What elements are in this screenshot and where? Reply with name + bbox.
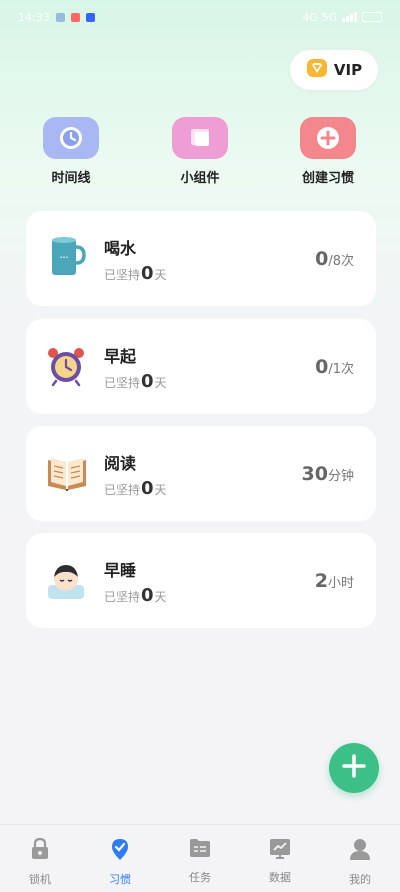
alarm-clock-icon	[46, 343, 86, 387]
widget-icon	[172, 117, 228, 159]
habit-card-early-rise[interactable]: 早起 已坚持0天 0/1次	[26, 319, 376, 414]
lock-icon	[29, 837, 51, 865]
nav-label-data: 数据	[269, 871, 291, 884]
status-bar: 14:33 4G 5G	[0, 0, 400, 34]
habit-streak: 已坚持0天	[104, 263, 167, 284]
battery-icon	[362, 12, 382, 22]
plus-icon	[341, 753, 367, 783]
nav-item-task[interactable]: 任务	[160, 825, 240, 892]
add-habit-fab[interactable]	[329, 743, 379, 793]
habit-name: 早起	[104, 347, 137, 366]
chart-icon	[268, 837, 292, 863]
habit-goal: 0/8次	[315, 248, 354, 270]
app-notification-icon	[85, 12, 95, 22]
network-text: 4G 5G	[302, 10, 337, 24]
vip-label: VIP	[333, 61, 363, 79]
nav-label-habit: 习惯	[109, 873, 131, 886]
quick-actions: 时间线 小组件 创建习惯	[0, 117, 400, 187]
nav-label-task: 任务	[189, 871, 211, 884]
nav-label-lock: 锁机	[29, 873, 51, 886]
timeline-button[interactable]: 时间线	[21, 117, 121, 186]
widget-button[interactable]: 小组件	[150, 117, 250, 186]
signal-icon	[342, 12, 357, 22]
location-check-icon	[109, 837, 131, 865]
nav-item-lock[interactable]: 锁机	[0, 825, 80, 892]
habit-streak: 已坚持0天	[104, 371, 167, 392]
app-notification-icon	[70, 12, 80, 22]
bottom-nav: 锁机 习惯 任务 数据 我的	[0, 824, 400, 892]
cup-icon: •••	[46, 235, 86, 279]
habit-streak: 已坚持0天	[104, 478, 167, 499]
notification-icon	[55, 12, 65, 22]
habit-card-drink-water[interactable]: ••• 喝水 已坚持0天 0/8次	[26, 211, 376, 306]
habit-goal: 0/1次	[315, 356, 354, 378]
book-icon	[46, 450, 86, 494]
user-icon	[349, 837, 371, 865]
habit-card-reading[interactable]: 阅读 已坚持0天 30分钟	[26, 426, 376, 521]
sleeping-person-icon	[46, 557, 86, 601]
habit-streak: 已坚持0天	[104, 585, 167, 606]
nav-item-mine[interactable]: 我的	[320, 825, 400, 892]
plus-icon	[300, 117, 356, 159]
status-time: 14:33	[18, 10, 50, 24]
clock-icon	[43, 117, 99, 159]
timeline-label: 时间线	[51, 171, 91, 186]
create-habit-label: 创建习惯	[301, 171, 354, 186]
habit-name: 喝水	[104, 239, 137, 258]
widget-label: 小组件	[180, 171, 220, 186]
habit-name: 早睡	[104, 561, 137, 580]
task-folder-icon	[188, 837, 212, 863]
svg-text:•••: •••	[60, 255, 69, 261]
nav-item-data[interactable]: 数据	[240, 825, 320, 892]
habit-name: 阅读	[104, 454, 137, 473]
habit-goal: 30分钟	[301, 463, 354, 485]
habit-goal: 2小时	[314, 570, 354, 592]
habit-card-early-sleep[interactable]: 早睡 已坚持0天 2小时	[26, 533, 376, 628]
nav-label-mine: 我的	[349, 873, 371, 886]
nav-item-habit[interactable]: 习惯	[80, 825, 160, 892]
vip-button[interactable]: VIP	[290, 50, 378, 90]
create-habit-button[interactable]: 创建习惯	[278, 117, 378, 186]
diamond-icon	[306, 58, 328, 82]
